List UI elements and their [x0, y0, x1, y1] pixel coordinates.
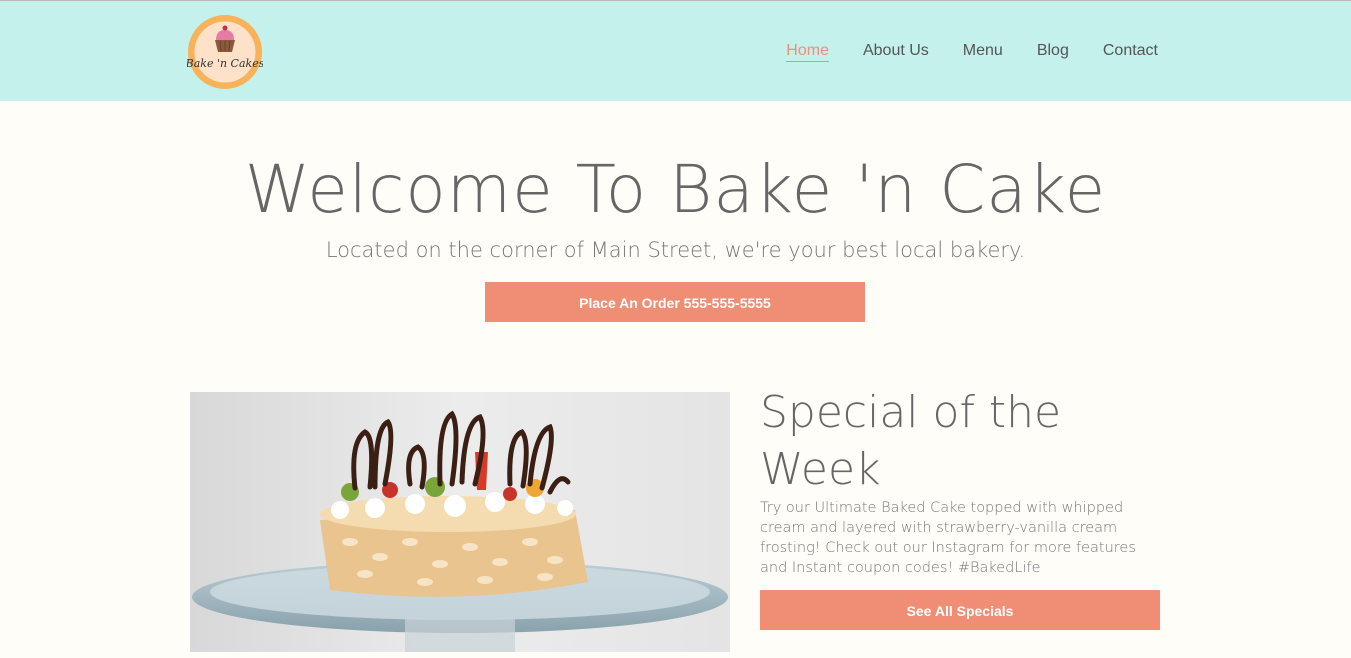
- site-header: Bake 'n Cakes Home About Us Menu Blog Co…: [0, 1, 1351, 101]
- cake-image: [190, 392, 730, 652]
- nav-home[interactable]: Home: [786, 41, 829, 62]
- nav-contact[interactable]: Contact: [1103, 41, 1158, 62]
- nav-about-us[interactable]: About Us: [863, 41, 929, 62]
- logo[interactable]: Bake 'n Cakes: [187, 14, 263, 90]
- special-title: Special of the Week: [760, 387, 1062, 495]
- nav-menu[interactable]: Menu: [963, 41, 1003, 62]
- place-order-button[interactable]: Place An Order 555-555-5555: [485, 282, 865, 322]
- logo-text: Bake 'n Cakes: [187, 57, 263, 70]
- nav-blog[interactable]: Blog: [1037, 41, 1069, 62]
- special-description: Try our Ultimate Baked Cake topped with …: [760, 500, 1136, 576]
- main-nav: Home About Us Menu Blog Contact: [786, 41, 1158, 62]
- hero-subtitle: Located on the corner of Main Street, we…: [325, 238, 1026, 262]
- cake-photo-icon: [190, 392, 730, 652]
- hero-title: Welcome To Bake 'n Cake: [244, 151, 1107, 228]
- cupcake-logo-icon: Bake 'n Cakes: [187, 15, 263, 89]
- see-all-specials-button[interactable]: See All Specials: [760, 590, 1160, 630]
